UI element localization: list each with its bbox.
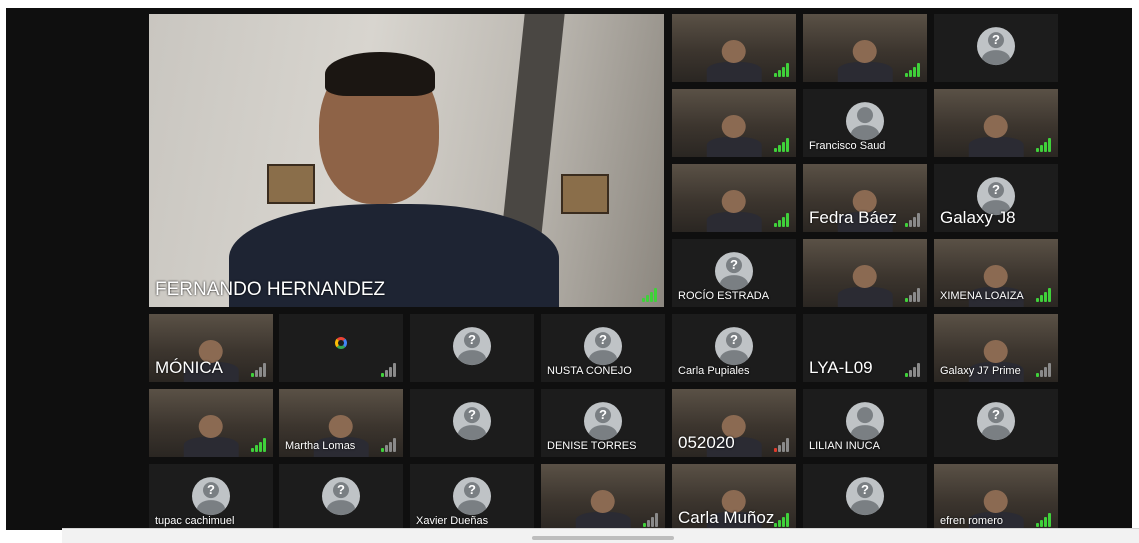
participant-video <box>837 39 893 82</box>
participant-tile[interactable]: ? NUSTA CONEJO <box>541 314 665 382</box>
participant-tile[interactable] <box>672 14 796 82</box>
participant-tile[interactable]: ?Francisco Saud <box>803 89 927 157</box>
signal-strength-icon <box>905 363 921 377</box>
signal-strength-icon <box>1036 513 1052 527</box>
participant-tile[interactable] <box>541 464 665 532</box>
participant-tile[interactable] <box>279 314 403 382</box>
signal-strength-icon <box>905 213 921 227</box>
participant-video <box>575 489 631 532</box>
participant-name: Francisco Saud <box>809 140 886 152</box>
participant-name: XIMENA LOAIZA <box>940 290 1024 302</box>
participant-tile[interactable]: ? <box>934 14 1058 82</box>
signal-strength-icon <box>905 63 921 77</box>
participant-tile[interactable]: ? <box>934 389 1058 457</box>
participant-name: NUSTA CONEJO <box>547 365 632 377</box>
participant-tile[interactable] <box>934 89 1058 157</box>
unknown-user-icon: ? <box>584 402 622 441</box>
participant-tile[interactable]: ?LILIAN INUCA <box>803 389 927 457</box>
google-icon <box>335 336 347 349</box>
participant-tile[interactable]: Martha Lomas <box>279 389 403 457</box>
participant-name: Carla Pupiales <box>678 365 750 377</box>
signal-strength-icon <box>774 513 790 527</box>
participant-tile[interactable]: Galaxy J7 Prime <box>934 314 1058 382</box>
main-speaker-name: FERNANDO HERNANDEZ <box>155 279 386 300</box>
signal-strength-icon <box>381 363 397 377</box>
participant-tile[interactable]: ? <box>410 314 534 382</box>
signal-strength-icon <box>643 513 659 527</box>
participant-tile[interactable]: ? Carla Pupiales <box>672 314 796 382</box>
participant-tile[interactable] <box>672 89 796 157</box>
participant-video <box>706 189 762 232</box>
participant-video <box>837 264 893 307</box>
participant-tile[interactable] <box>803 239 927 307</box>
signal-strength-icon <box>1036 363 1052 377</box>
participant-tile[interactable]: Carla Muñoz <box>672 464 796 532</box>
participant-name: Fedra Báez <box>809 208 897 227</box>
participant-video <box>183 414 239 457</box>
participant-name: LYA-L09 <box>809 358 873 377</box>
participant-video <box>706 39 762 82</box>
unknown-user-icon: ? <box>977 27 1015 66</box>
participant-name: Carla Muñoz <box>678 508 775 527</box>
signal-strength-icon <box>774 138 790 152</box>
participant-name: tupac cachimuel <box>155 515 235 527</box>
participant-name: DENISE TORRES <box>547 440 637 452</box>
participant-tile[interactable]: ? <box>410 389 534 457</box>
participant-tile[interactable]: ? Galaxy J8 <box>934 164 1058 232</box>
signal-strength-icon <box>774 213 790 227</box>
signal-strength-icon <box>774 63 790 77</box>
participant-name: Galaxy J8 <box>940 208 1016 227</box>
signal-strength-icon <box>251 363 267 377</box>
unknown-user-icon: ? <box>846 477 884 516</box>
participant-tile[interactable]: ? tupac cachimuel <box>149 464 273 532</box>
participant-tile[interactable]: efren romero <box>934 464 1058 532</box>
participant-tile[interactable] <box>672 164 796 232</box>
participant-video <box>706 114 762 157</box>
user-avatar-icon: ? <box>846 102 884 141</box>
unknown-user-icon: ? <box>453 327 491 366</box>
signal-strength-icon <box>774 438 790 452</box>
participant-tile[interactable] <box>803 14 927 82</box>
unknown-user-icon: ? <box>322 477 360 516</box>
unknown-user-icon: ? <box>192 477 230 516</box>
video-call-screen: FERNANDO HERNANDEZ ??Francisco SaudFedra… <box>6 8 1132 532</box>
participant-tile[interactable]: ? DENISE TORRES <box>541 389 665 457</box>
signal-strength-icon <box>1036 288 1052 302</box>
signal-strength-icon <box>1036 138 1052 152</box>
participant-tile[interactable]: ? ROCÍO ESTRADA <box>672 239 796 307</box>
participant-tile[interactable]: XIMENA LOAIZA <box>934 239 1058 307</box>
main-speaker-tile[interactable]: FERNANDO HERNANDEZ <box>149 14 664 307</box>
unknown-user-icon: ? <box>715 327 753 366</box>
participant-name: Xavier Dueñas <box>416 515 489 527</box>
home-indicator[interactable] <box>532 536 674 540</box>
signal-strength-icon <box>642 288 658 302</box>
user-avatar-icon: ? <box>846 402 884 441</box>
participant-name: LILIAN INUCA <box>809 440 880 452</box>
participant-name: ROCÍO ESTRADA <box>678 290 770 302</box>
signal-strength-icon <box>905 288 921 302</box>
unknown-user-icon: ? <box>715 252 753 291</box>
participant-tile[interactable] <box>149 389 273 457</box>
signal-strength-icon <box>381 438 397 452</box>
unknown-user-icon: ? <box>584 327 622 366</box>
participant-video <box>968 114 1024 157</box>
unknown-user-icon: ? <box>453 477 491 516</box>
participant-tile[interactable]: 052020 <box>672 389 796 457</box>
unknown-user-icon: ? <box>977 402 1015 441</box>
participant-tile[interactable]: LYA-L09 <box>803 314 927 382</box>
participant-tile[interactable]: MÓNICA <box>149 314 273 382</box>
participant-tile[interactable]: ? <box>279 464 403 532</box>
participant-name: Martha Lomas <box>285 440 356 452</box>
signal-strength-icon <box>251 438 267 452</box>
unknown-user-icon: ? <box>453 402 491 441</box>
participant-tile[interactable]: ? <box>803 464 927 532</box>
participant-name: 052020 <box>678 433 735 452</box>
participant-name: MÓNICA <box>155 358 223 377</box>
main-speaker-video <box>149 14 664 307</box>
participant-tile[interactable]: Fedra Báez <box>803 164 927 232</box>
participant-name: efren romero <box>940 515 1003 527</box>
participant-tile[interactable]: ? Xavier Dueñas <box>410 464 534 532</box>
participant-name: Galaxy J7 Prime <box>940 365 1021 377</box>
